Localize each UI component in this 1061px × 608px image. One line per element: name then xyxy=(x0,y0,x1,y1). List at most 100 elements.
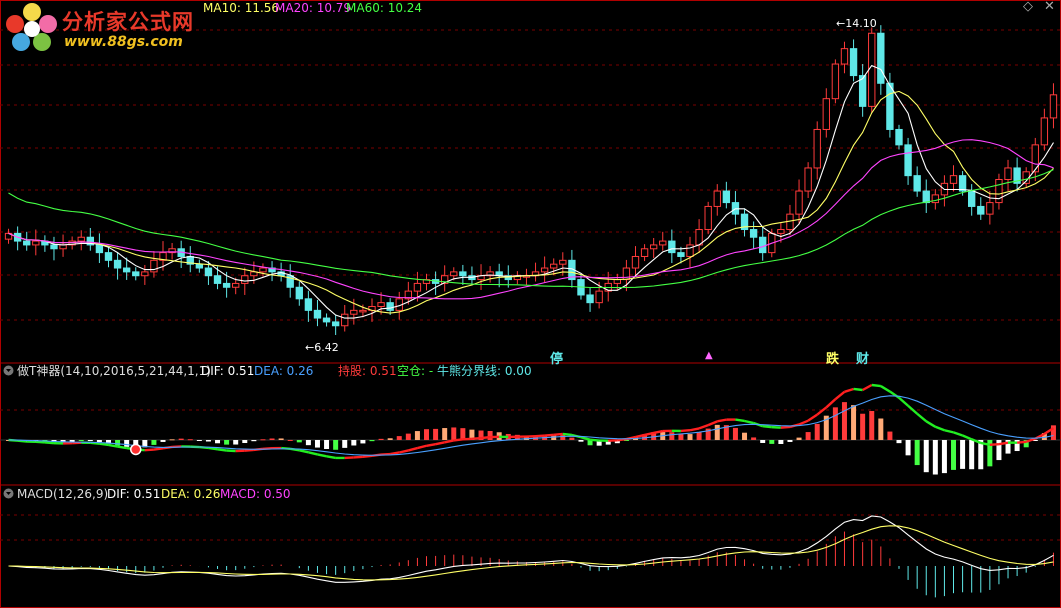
indicator1-dif-line xyxy=(953,431,963,437)
candle-body xyxy=(649,244,658,250)
candle-body xyxy=(977,205,985,215)
indicator1-bar xyxy=(951,440,957,470)
indicator1-bar xyxy=(251,440,257,442)
indicator1-bar xyxy=(923,440,929,473)
indicator1-dif-line xyxy=(299,449,309,454)
indicator1-dif-line xyxy=(462,437,473,441)
indicator1-dif-line xyxy=(853,387,863,392)
indicator1-dif-line xyxy=(317,453,327,458)
candle-body xyxy=(331,321,340,327)
candle-body xyxy=(77,236,85,242)
stock-chart[interactable] xyxy=(0,0,1061,608)
candle-body xyxy=(659,240,667,246)
site-logo: 分析家公式网 www.88gs.com xyxy=(4,2,204,54)
candle-body xyxy=(840,48,849,65)
close-icon[interactable]: ✕ xyxy=(1044,0,1055,14)
candle-body xyxy=(677,252,685,257)
indicator1-bar xyxy=(760,440,766,443)
indicator1-dropdown-icon[interactable] xyxy=(3,365,14,376)
indicator1-dif-line xyxy=(871,383,881,388)
indicator1-bar xyxy=(205,440,211,442)
indicator1-dif-line xyxy=(962,434,973,441)
indicator1-bar xyxy=(887,431,893,440)
candle-body xyxy=(1049,94,1058,119)
indicator1-dif-line xyxy=(144,448,155,452)
candle-body xyxy=(904,144,912,177)
indicator1-dif-line xyxy=(916,412,928,423)
candle-body xyxy=(986,202,994,215)
indicator2-dropdown-icon[interactable] xyxy=(3,488,14,499)
indicator1-dif-line xyxy=(208,446,218,451)
indicator1-bar xyxy=(215,440,221,444)
indicator1-dif-line xyxy=(226,449,236,453)
indicator1-bar xyxy=(115,440,121,446)
indicator1-bar xyxy=(351,440,357,446)
signal-marker-arrow[interactable]: ▲ xyxy=(705,350,713,361)
indicator1-bar xyxy=(187,439,193,441)
candle-body xyxy=(259,267,267,273)
signal-marker-stop[interactable]: 停 xyxy=(550,348,563,367)
indicator1-bar xyxy=(969,440,975,470)
indicator1-bar xyxy=(160,440,166,442)
indicator1-dif-line xyxy=(389,451,400,456)
candle-body xyxy=(795,190,803,215)
ma60-label: MA60: 10.24 xyxy=(346,1,423,15)
candle-body xyxy=(595,290,603,304)
candle-body xyxy=(222,282,231,288)
indicator1-bar xyxy=(124,440,130,447)
indicator1-dif-line xyxy=(99,442,109,447)
candle-body xyxy=(241,275,249,284)
indicator1-dif-line xyxy=(834,390,846,401)
indicator1-dif-line xyxy=(153,447,164,451)
indicator1-bar xyxy=(196,440,202,441)
candle-body xyxy=(132,271,140,277)
candle-body xyxy=(868,32,876,107)
indicator1-bar xyxy=(424,429,430,440)
high-price-label: ←14.10 xyxy=(836,17,877,30)
candle-body xyxy=(895,128,903,146)
candle-body xyxy=(586,294,594,304)
indicator1-dif-line xyxy=(934,425,945,432)
signal-marker-wealth[interactable]: 财 xyxy=(856,348,869,367)
macd-plot[interactable] xyxy=(8,515,1054,598)
candle-body xyxy=(32,240,40,246)
macd-dea: DEA: 0.26 xyxy=(161,487,221,501)
candle-body xyxy=(359,309,367,313)
indicator1-bar xyxy=(360,440,366,444)
indicator1-bar xyxy=(369,440,375,442)
indicator1-bar xyxy=(814,423,820,440)
indicator1-plot[interactable] xyxy=(0,383,1061,475)
indicator1-bull-bear: 牛熊分界线: 0.00 xyxy=(437,364,532,378)
indicator1-bar xyxy=(242,440,248,444)
candle-body xyxy=(922,190,930,204)
candle-body xyxy=(459,271,467,277)
candlesticks[interactable] xyxy=(4,25,1058,335)
indicator1-bar xyxy=(860,413,866,440)
candle-body xyxy=(23,240,31,246)
indicator1-dif-line xyxy=(417,444,427,450)
indicator1-dif-line xyxy=(844,387,854,393)
indicator1-dif-line xyxy=(308,451,318,456)
indicator1-bar xyxy=(451,427,457,440)
indicator1-dif-line xyxy=(807,413,818,422)
indicator1-dif-line xyxy=(680,429,691,433)
candle-body xyxy=(813,128,821,169)
diamond-icon[interactable]: ◇ xyxy=(1023,0,1033,14)
signal-marker-fall[interactable]: 跌 xyxy=(826,348,839,367)
indicator1-bar xyxy=(960,440,966,469)
indicator1-dif-line xyxy=(780,425,791,429)
candle-body xyxy=(949,175,958,184)
indicator1-bar xyxy=(714,424,720,440)
indicator1-hold: 持股: 0.51 xyxy=(338,364,397,378)
indicator1-bar xyxy=(751,437,757,440)
indicator1-dif: DIF: 0.51 xyxy=(201,364,255,378)
indicator1-bar xyxy=(696,432,702,440)
candle-body xyxy=(886,82,894,130)
indicator1-bar xyxy=(941,440,947,474)
indicator1-bar xyxy=(387,438,393,440)
indicator1-dif-line xyxy=(453,438,464,442)
indicator1-bar xyxy=(260,439,266,441)
candle-body xyxy=(50,244,58,250)
indicator1-bar xyxy=(178,438,184,440)
indicator1-bar xyxy=(287,439,293,441)
